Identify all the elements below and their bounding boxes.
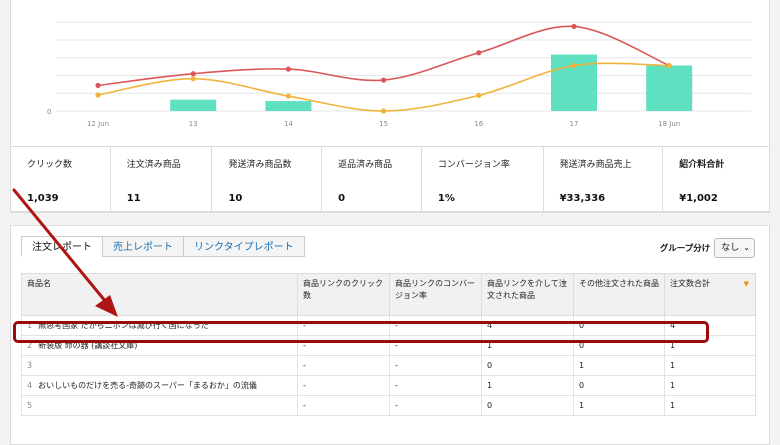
column-header-label: 商品名 bbox=[27, 279, 51, 288]
metric-4: コンバージョン率 1% bbox=[422, 147, 544, 211]
bar-6 bbox=[646, 65, 693, 111]
product-name-cell: 4 おいしいものだけを売る-奇跡のスーパー「まるおか」の流儀 bbox=[21, 375, 298, 396]
chevron-down-icon: ⌄ bbox=[743, 243, 750, 252]
row-index: 3 bbox=[27, 361, 33, 370]
highlight-box bbox=[13, 321, 709, 343]
group-by-control: グループ分け なし ⌄ bbox=[660, 238, 755, 258]
series-1-point-3 bbox=[381, 108, 387, 114]
column-header-1[interactable]: 商品リンクのクリック数 bbox=[297, 273, 390, 316]
cell-other: 1 bbox=[573, 355, 665, 376]
product-name-cell: 3 bbox=[21, 355, 298, 376]
x-tick-label-5: 17 bbox=[570, 120, 579, 128]
table-row: 5--011 bbox=[21, 395, 756, 416]
metric-value: 1% bbox=[437, 193, 455, 204]
column-header-3[interactable]: 商品リンクを介して注文された商品 ▼ bbox=[481, 273, 574, 316]
metric-value: ¥1,002 bbox=[679, 193, 718, 204]
x-tick-label-0: 12 Jun bbox=[87, 120, 109, 128]
group-by-value: なし bbox=[721, 243, 740, 253]
metric-label: 発送済み商品売上 bbox=[559, 160, 632, 170]
performance-chart: 0 12 Jun 13 14 15 16 17 18 Jun bbox=[47, 21, 751, 128]
row-index: 5 bbox=[27, 401, 33, 410]
metric-label: クリック数 bbox=[27, 160, 73, 170]
metric-label: 発送済み商品数 bbox=[228, 160, 292, 170]
x-tick-label-1: 13 bbox=[189, 120, 198, 128]
cell-clicks: - bbox=[297, 375, 390, 396]
column-header-label: 注文数合計 bbox=[670, 279, 710, 288]
series-0-point-5 bbox=[571, 23, 577, 30]
sort-icon[interactable]: ▼ bbox=[744, 279, 749, 290]
sort-icon[interactable]: ▼ bbox=[562, 279, 567, 290]
bar-1 bbox=[170, 99, 217, 111]
metrics-row: クリック数 1,039 注文済み商品 11 発送済み商品数 10 返品済み商品 0 コンバージョ… bbox=[10, 146, 770, 212]
row-index: 4 bbox=[27, 381, 33, 390]
series-1-point-5 bbox=[571, 62, 577, 69]
cell-clicks: - bbox=[297, 355, 390, 376]
metric-label: コンバージョン率 bbox=[437, 160, 510, 170]
column-header-0[interactable]: 商品名 bbox=[21, 273, 298, 316]
column-header-label: 商品リンクのクリック数 bbox=[303, 279, 383, 301]
y-tick-label: 0 bbox=[47, 108, 51, 116]
bar-2 bbox=[265, 101, 312, 111]
cell-clicks: - bbox=[297, 395, 390, 416]
column-header-4[interactable]: その他注文された商品 ▼ bbox=[573, 273, 665, 316]
product-name-cell: 5 bbox=[21, 395, 298, 416]
metric-1: 注文済み商品 11 bbox=[111, 147, 213, 211]
cell-total: 1 bbox=[664, 355, 756, 376]
column-header-5[interactable]: 注文数合計 ▼ bbox=[664, 273, 756, 316]
tab-0[interactable]: 注文レポート bbox=[21, 236, 103, 257]
metric-value: 1,039 bbox=[27, 193, 59, 204]
metric-value: 0 bbox=[338, 193, 346, 204]
series-0-point-4 bbox=[476, 50, 482, 56]
series-0-point-0 bbox=[95, 82, 101, 89]
metric-value: 11 bbox=[126, 193, 141, 204]
metric-value: ¥33,336 bbox=[559, 193, 606, 204]
metric-label: 注文済み商品 bbox=[126, 160, 181, 170]
column-header-2[interactable]: 商品リンクのコンバージョン率 bbox=[389, 273, 482, 316]
metric-value: 10 bbox=[228, 193, 243, 204]
cell-other: 0 bbox=[573, 375, 665, 396]
series-1-point-1 bbox=[190, 76, 196, 82]
metric-2: 発送済み商品数 10 bbox=[212, 147, 323, 211]
tab-1[interactable]: 売上レポート bbox=[102, 236, 184, 257]
cell-via_link: 1 bbox=[481, 375, 574, 396]
x-tick-label-3: 15 bbox=[379, 120, 388, 128]
cell-via_link: 0 bbox=[481, 395, 574, 416]
cell-conv: - bbox=[389, 375, 482, 396]
column-header-label: 商品リンクを介して注文された商品 bbox=[487, 279, 567, 301]
series-1-point-6 bbox=[666, 62, 672, 69]
cell-total: 1 bbox=[664, 395, 756, 416]
column-header-label: その他注文された商品 bbox=[579, 279, 659, 288]
series-1-point-0 bbox=[95, 92, 101, 98]
cell-conv: - bbox=[389, 395, 482, 416]
metric-5: 発送済み商品売上 ¥33,336 bbox=[544, 147, 664, 211]
metric-6: 紹介料合計 ¥1,002 bbox=[663, 147, 769, 211]
cell-total: 1 bbox=[664, 375, 756, 396]
table-row: 4 おいしいものだけを売る-奇跡のスーパー「まるおか」の流儀 - -1 0 1 bbox=[21, 375, 756, 396]
metric-label: 返品済み商品 bbox=[338, 160, 393, 170]
sort-icon[interactable]: ▼ bbox=[653, 279, 658, 290]
cell-via_link: 0 bbox=[481, 355, 574, 376]
tab-2[interactable]: リンクタイプレポート bbox=[183, 236, 305, 257]
table-row: 3--011 bbox=[21, 355, 756, 376]
series-0-point-1 bbox=[190, 71, 196, 77]
report-tabs: 注文レポート 売上レポート リンクタイプレポート bbox=[21, 236, 305, 257]
series-0-point-2 bbox=[285, 66, 291, 72]
cell-conv: - bbox=[389, 355, 482, 376]
orders-table: 商品名 商品リンクのクリック数 商品リンクのコンバージョン率 商品リンクを介して注文さ… bbox=[21, 273, 756, 416]
metric-3: 返品済み商品 0 bbox=[322, 147, 422, 211]
product-name-link[interactable]: おいしいものだけを売る-奇跡のスーパー「まるおか」の流儀 bbox=[38, 381, 257, 390]
series-1-point-2 bbox=[285, 93, 291, 99]
series-0-point-3 bbox=[381, 77, 387, 83]
x-tick-label-4: 16 bbox=[474, 120, 483, 128]
series-1-point-4 bbox=[476, 92, 482, 98]
metric-0: クリック数 1,039 bbox=[11, 147, 111, 211]
x-tick-label-2: 14 bbox=[284, 120, 293, 128]
cell-other: 1 bbox=[573, 395, 665, 416]
table-header-row: 商品名 商品リンクのクリック数 商品リンクのコンバージョン率 商品リンクを介して注文さ… bbox=[21, 273, 756, 316]
group-by-label: グループ分け bbox=[659, 244, 711, 254]
column-header-label: 商品リンクのコンバージョン率 bbox=[395, 279, 475, 301]
metric-label: 紹介料合計 bbox=[679, 160, 725, 170]
x-tick-label-6: 18 Jun bbox=[658, 120, 680, 128]
group-by-select[interactable]: なし ⌄ bbox=[714, 238, 755, 258]
